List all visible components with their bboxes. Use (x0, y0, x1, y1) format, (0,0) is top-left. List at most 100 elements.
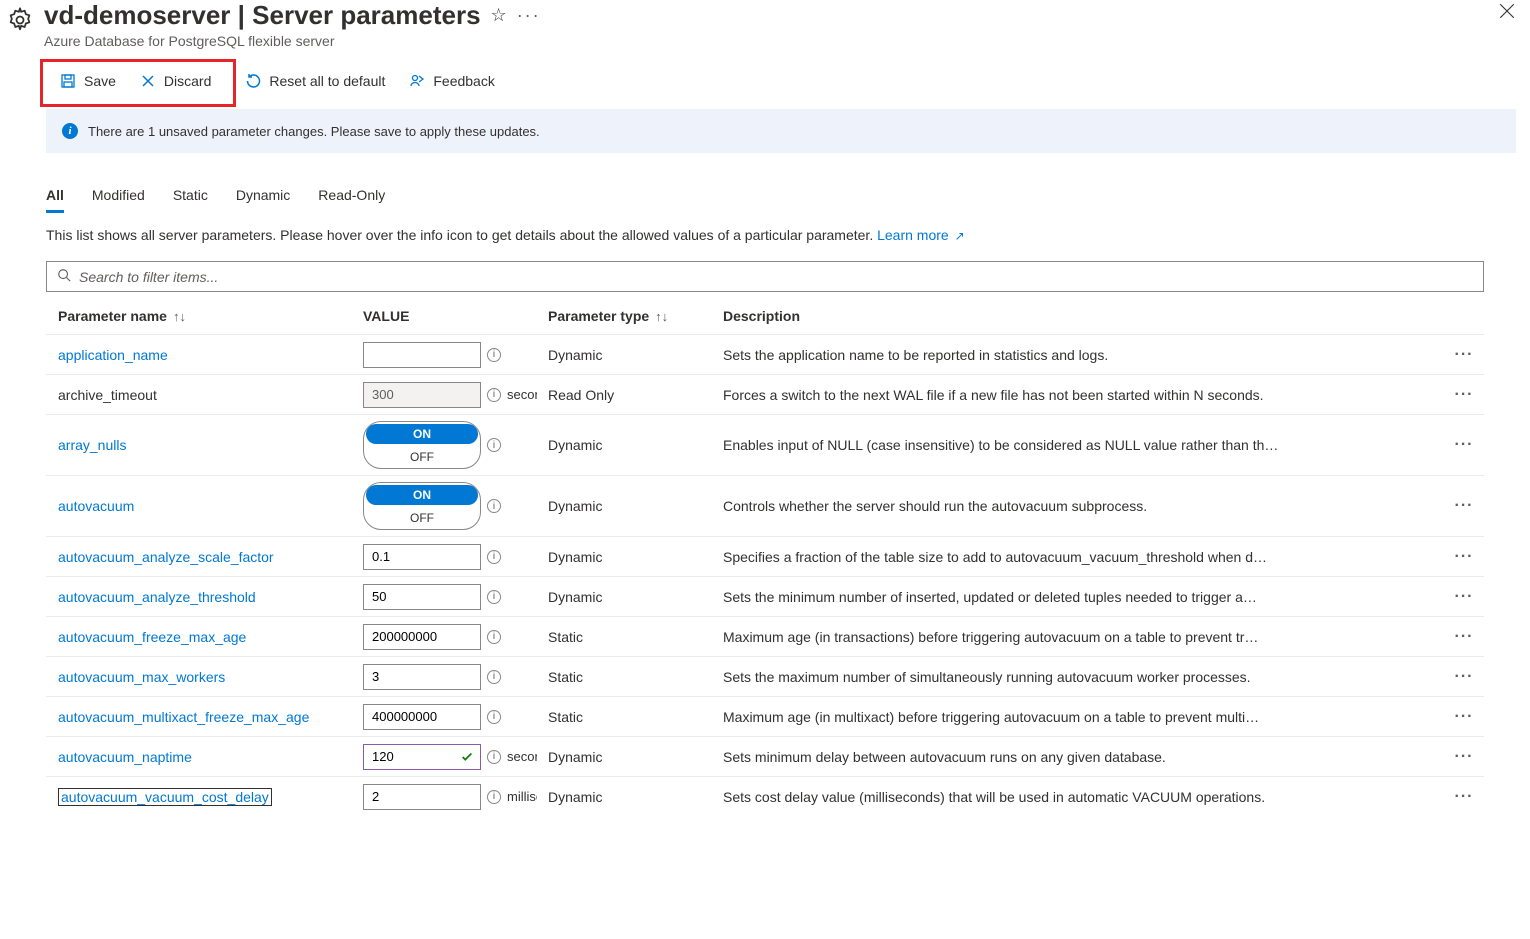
tab-modified[interactable]: Modified (92, 183, 145, 213)
save-icon (60, 73, 76, 89)
table-row: autovacuum ONOFF i DynamicControls whether … (46, 475, 1484, 536)
unit-label: milliseconds (507, 789, 537, 804)
info-icon[interactable]: i (487, 750, 501, 764)
search-input[interactable] (79, 269, 1473, 285)
parameters-table: Parameter name↑↓ VALUE Parameter type↑↓ … (46, 296, 1484, 816)
info-icon[interactable]: i (487, 670, 501, 684)
info-icon[interactable]: i (487, 499, 501, 513)
toggle-switch[interactable]: ONOFF (363, 482, 481, 530)
parameter-value-input[interactable] (363, 342, 481, 368)
parameter-type: Dynamic (548, 498, 723, 514)
row-more-icon[interactable]: ··· (1444, 588, 1484, 606)
parameter-value-input[interactable] (363, 664, 481, 690)
parameter-type: Dynamic (548, 589, 723, 605)
toggle-switch[interactable]: ONOFF (363, 421, 481, 469)
tab-dynamic[interactable]: Dynamic (236, 183, 290, 213)
col-parameter-type[interactable]: Parameter type↑↓ (548, 308, 723, 324)
col-parameter-name[interactable]: Parameter name↑↓ (58, 308, 363, 324)
row-more-icon[interactable]: ··· (1444, 788, 1484, 806)
info-icon[interactable]: i (487, 710, 501, 724)
parameter-type: Dynamic (548, 437, 723, 453)
parameter-value-input[interactable] (363, 544, 481, 570)
info-icon[interactable]: i (487, 388, 501, 402)
learn-more-link[interactable]: Learn more ↗ (877, 227, 965, 243)
parameter-type: Read Only (548, 387, 723, 403)
row-more-icon[interactable]: ··· (1444, 748, 1484, 766)
parameter-name-link[interactable]: autovacuum_naptime (58, 749, 192, 765)
parameter-description: Sets the maximum number of simultaneousl… (723, 669, 1444, 685)
parameter-name-link[interactable]: autovacuum_freeze_max_age (58, 629, 246, 645)
parameter-name-link[interactable]: autovacuum_max_workers (58, 669, 225, 685)
parameter-name-link[interactable]: autovacuum (58, 498, 134, 514)
row-more-icon[interactable]: ··· (1444, 548, 1484, 566)
parameter-type: Dynamic (548, 749, 723, 765)
close-icon[interactable] (1498, 0, 1516, 26)
parameter-name-link[interactable]: autovacuum_multixact_freeze_max_age (58, 709, 309, 725)
search-container[interactable] (46, 261, 1484, 292)
search-icon (57, 268, 71, 285)
row-more-icon[interactable]: ··· (1444, 386, 1484, 404)
table-row: array_nulls ONOFF i DynamicEnables input of… (46, 414, 1484, 475)
gear-icon (6, 0, 44, 37)
parameter-name-link[interactable]: autovacuum_analyze_scale_factor (58, 549, 274, 565)
info-icon[interactable]: i (487, 438, 501, 452)
feedback-icon (409, 73, 425, 89)
page-subtitle: Azure Database for PostgreSQL flexible s… (44, 33, 1498, 49)
parameter-description: Specifies a fraction of the table size t… (723, 549, 1444, 565)
info-icon[interactable]: i (487, 790, 501, 804)
row-more-icon[interactable]: ··· (1444, 708, 1484, 726)
row-more-icon[interactable]: ··· (1444, 497, 1484, 515)
unit-label: seconds (507, 749, 537, 764)
discard-button[interactable]: Discard (130, 67, 221, 95)
parameter-description: Forces a switch to the next WAL file if … (723, 387, 1444, 403)
table-row: autovacuum_max_workersiStaticSets the ma… (46, 656, 1484, 696)
parameter-type: Dynamic (548, 347, 723, 363)
row-more-icon[interactable]: ··· (1444, 436, 1484, 454)
tab-static[interactable]: Static (173, 183, 208, 213)
header-more-icon[interactable]: ··· (517, 5, 541, 26)
parameter-type: Static (548, 709, 723, 725)
toggle-off[interactable]: OFF (364, 507, 480, 529)
parameter-name-link[interactable]: array_nulls (58, 437, 126, 453)
row-more-icon[interactable]: ··· (1444, 628, 1484, 646)
parameter-value-input[interactable] (363, 784, 481, 810)
table-row: autovacuum_freeze_max_ageiStaticMaximum … (46, 616, 1484, 656)
row-more-icon[interactable]: ··· (1444, 668, 1484, 686)
info-icon[interactable]: i (487, 590, 501, 604)
parameter-value-input[interactable] (363, 624, 481, 650)
parameter-name-link[interactable]: autovacuum_analyze_threshold (58, 589, 256, 605)
toggle-off[interactable]: OFF (364, 446, 480, 468)
tabs: All Modified Static Dynamic Read-Only (0, 153, 1530, 213)
info-icon[interactable]: i (487, 630, 501, 644)
info-icon[interactable]: i (487, 348, 501, 362)
parameter-name-link[interactable]: autovacuum_vacuum_cost_delay (58, 788, 272, 806)
table-row: archive_timeoutisecondsRead OnlyForces a… (46, 374, 1484, 414)
row-more-icon[interactable]: ··· (1444, 346, 1484, 364)
sort-icon: ↑↓ (655, 309, 668, 324)
parameter-description: Enables input of NULL (case insensitive)… (723, 437, 1444, 453)
toggle-on[interactable]: ON (366, 424, 478, 444)
parameter-type: Dynamic (548, 789, 723, 805)
discard-icon (140, 73, 156, 89)
parameter-type: Dynamic (548, 549, 723, 565)
parameter-value-input[interactable] (363, 744, 481, 770)
info-banner: i There are 1 unsaved parameter changes.… (46, 109, 1516, 153)
toggle-on[interactable]: ON (366, 485, 478, 505)
parameter-value-input[interactable] (363, 704, 481, 730)
favorite-star-icon[interactable]: ☆ (491, 5, 507, 26)
reset-button[interactable]: Reset all to default (235, 67, 395, 95)
table-row: autovacuum_vacuum_cost_delay i millisecond… (46, 776, 1484, 816)
parameter-value-input (363, 382, 481, 408)
save-button[interactable]: Save (50, 67, 126, 95)
info-icon: i (62, 123, 78, 139)
tab-readonly[interactable]: Read-Only (318, 183, 385, 213)
tab-all[interactable]: All (46, 183, 64, 213)
parameter-name-link[interactable]: application_name (58, 347, 168, 363)
tab-description: This list shows all server parameters. P… (0, 213, 1530, 261)
parameter-value-input[interactable] (363, 584, 481, 610)
feedback-button[interactable]: Feedback (399, 67, 504, 95)
reset-icon (245, 73, 261, 89)
info-icon[interactable]: i (487, 550, 501, 564)
parameter-description: Controls whether the server should run t… (723, 498, 1444, 514)
sort-icon: ↑↓ (173, 309, 186, 324)
